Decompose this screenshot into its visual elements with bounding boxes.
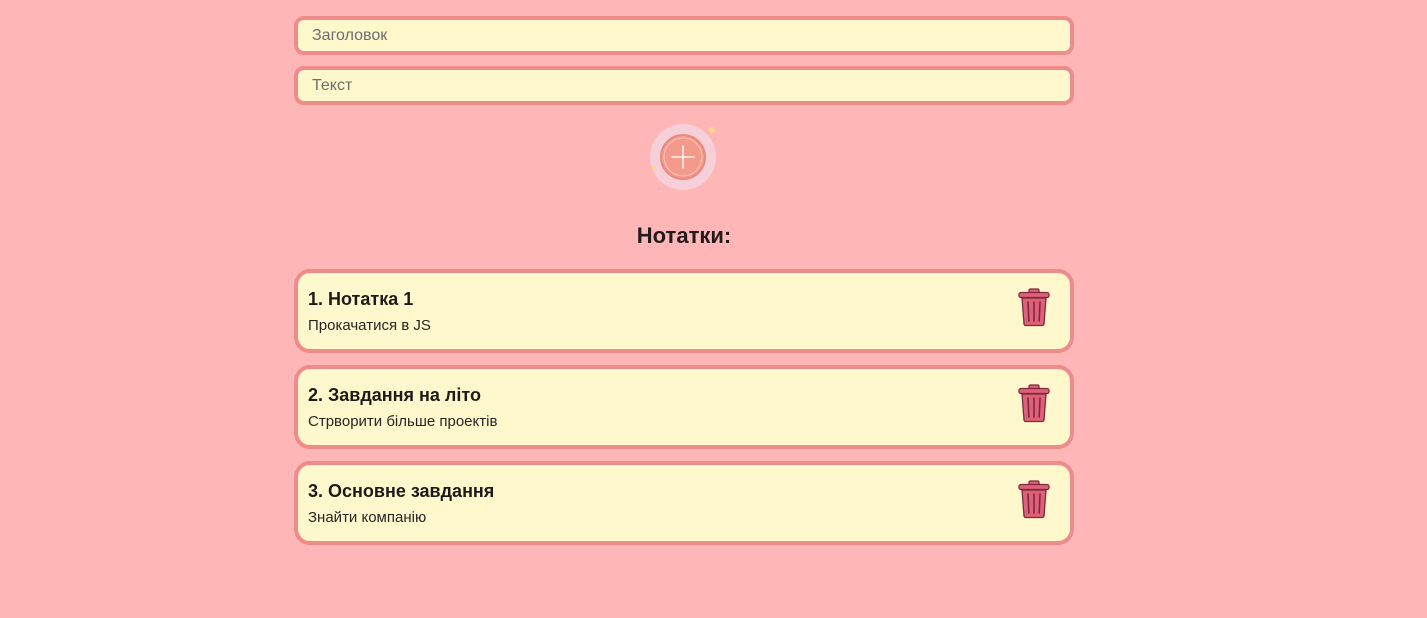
note-text: Стрворити більше проектів (308, 413, 498, 430)
delete-note-button[interactable] (1016, 383, 1052, 423)
notes-list: 1. Нотатка 1 Прокачатися в JS 2. Завданн… (294, 269, 1074, 545)
note-text: Прокачатися в JS (308, 317, 431, 334)
note-card: 1. Нотатка 1 Прокачатися в JS (294, 269, 1074, 353)
delete-note-button[interactable] (1016, 479, 1052, 519)
trash-icon (1018, 384, 1050, 423)
note-card: 3. Основне завдання Знайти компанію (294, 461, 1074, 545)
note-card: 2. Завдання на літо Стрворити більше про… (294, 365, 1074, 449)
note-text: Знайти компанію (308, 509, 427, 526)
note-title: 2. Завдання на літо (308, 385, 481, 405)
delete-note-button[interactable] (1016, 287, 1052, 327)
trash-icon (1018, 288, 1050, 327)
notes-app: Нотатки: 1. Нотатка 1 Прокачатися в JS 2… (294, 16, 1074, 545)
title-input[interactable] (294, 16, 1074, 55)
add-note-button[interactable] (650, 122, 718, 190)
note-title: 1. Нотатка 1 (308, 289, 414, 309)
text-input[interactable] (294, 66, 1074, 105)
plus-circle-icon (650, 124, 717, 190)
add-button-area (294, 121, 1074, 221)
trash-icon (1018, 480, 1050, 519)
note-title: 3. Основне завдання (308, 481, 495, 501)
notes-heading: Нотатки: (636, 223, 732, 248)
